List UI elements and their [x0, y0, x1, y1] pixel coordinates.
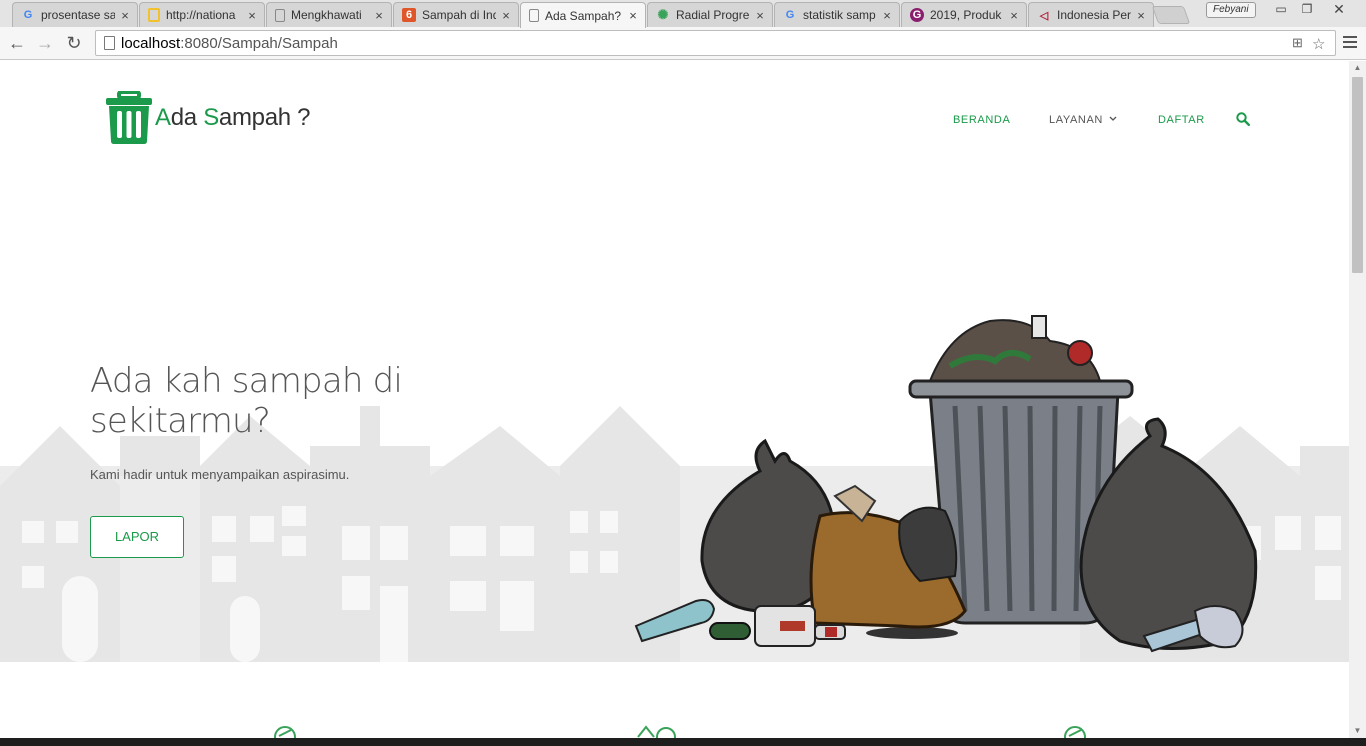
browser-tab[interactable]: ✺ Radial Progre ×	[647, 2, 773, 27]
browser-tab[interactable]: G prosentase sa ×	[12, 2, 138, 27]
translate-icon[interactable]: ⊞	[1292, 35, 1303, 51]
address-bar[interactable]: localhost:8080/Sampah/Sampah ⊞ ☆	[95, 30, 1336, 56]
flame-icon: 6	[402, 8, 416, 22]
close-icon[interactable]: ×	[373, 8, 385, 23]
scroll-thumb[interactable]	[1352, 77, 1363, 273]
tab-title: prosentase sa	[41, 8, 115, 22]
hero-title: Ada kah sampah di sekitarmu?	[90, 361, 403, 441]
browser-tab[interactable]: G statistik samp ×	[774, 2, 900, 27]
close-icon[interactable]: ×	[627, 8, 639, 23]
g-purple-icon: G	[910, 8, 924, 22]
os-taskbar	[0, 738, 1366, 746]
menu-icon[interactable]	[1340, 33, 1360, 53]
tab-title: Sampah di Ind	[422, 8, 496, 22]
lapor-button[interactable]: LAPOR	[90, 516, 184, 558]
restore-icon[interactable]: ❐	[1294, 0, 1320, 18]
url-text[interactable]: localhost:8080/Sampah/Sampah	[121, 35, 338, 52]
close-icon[interactable]: ×	[119, 8, 131, 23]
page-viewport: Ada Sampah ? BERANDA LAYANAN DAFTAR Ada …	[0, 61, 1349, 738]
search-icon[interactable]	[1236, 112, 1250, 126]
gear-icon: ✺	[657, 7, 669, 22]
hero-subtitle: Kami hadir untuk menyampaikan aspirasimu…	[90, 467, 350, 482]
tab-title: Radial Progre	[676, 8, 750, 22]
close-icon[interactable]: ×	[881, 8, 893, 23]
logo-text: Ada Sampah ?	[155, 104, 311, 131]
triangle-icon: ◁	[1039, 9, 1049, 22]
tab-strip: G prosentase sa × http://nationa × Mengk…	[0, 0, 1366, 28]
tab-title: Ada Sampah?	[545, 8, 622, 23]
close-icon[interactable]: ×	[500, 8, 512, 23]
document-icon	[529, 9, 539, 22]
browser-tab[interactable]: ◁ Indonesia Per ×	[1028, 2, 1154, 27]
browser-tab[interactable]: G 2019, Produk ×	[901, 2, 1027, 27]
garbage-pile-illustration	[634, 315, 1258, 653]
tab-title: Mengkhawati	[291, 8, 362, 22]
page-yellow-icon	[148, 8, 160, 22]
back-icon[interactable]: ←	[6, 33, 28, 53]
nav-beranda[interactable]: BERANDA	[953, 114, 1010, 126]
close-icon[interactable]: ×	[1135, 8, 1147, 23]
browser-tab[interactable]: 6 Sampah di Ind ×	[393, 2, 519, 27]
browser-tab[interactable]: http://nationa ×	[139, 2, 265, 27]
tab-title: statistik samp	[803, 8, 876, 22]
tab-title: 2019, Produk	[930, 8, 1002, 22]
tab-title: http://nationa	[166, 8, 236, 22]
google-icon: G	[23, 9, 33, 21]
chevron-down-icon	[1109, 116, 1117, 121]
recycle-icon	[637, 725, 676, 738]
leaf-icon	[1064, 726, 1086, 738]
site-logo[interactable]: Ada Sampah ?	[105, 91, 311, 145]
new-tab-button[interactable]	[1151, 6, 1191, 24]
page-scrollbar[interactable]: ▲ ▼	[1349, 61, 1366, 738]
minimize-icon[interactable]: ▭	[1268, 0, 1294, 18]
nav-daftar[interactable]: DAFTAR	[1158, 114, 1205, 126]
document-icon	[275, 8, 285, 22]
scroll-up-arrow-icon[interactable]: ▲	[1349, 61, 1366, 75]
browser-tab-active[interactable]: Ada Sampah? ×	[520, 2, 646, 28]
leaf-icon	[274, 726, 296, 738]
nav-layanan[interactable]: LAYANAN	[1049, 114, 1118, 126]
google-icon: G	[785, 9, 795, 21]
browser-toolbar: ← → ↻ localhost:8080/Sampah/Sampah ⊞ ☆	[0, 27, 1366, 60]
star-icon[interactable]: ☆	[1312, 35, 1325, 53]
trash-bin-icon	[106, 91, 152, 144]
forward-icon[interactable]: →	[34, 33, 56, 53]
close-icon[interactable]: ×	[754, 8, 766, 23]
page-icon	[104, 36, 115, 50]
window-close-icon[interactable]: ✕	[1326, 0, 1352, 18]
reload-icon[interactable]: ↻	[63, 33, 85, 53]
close-icon[interactable]: ×	[1008, 8, 1020, 23]
tab-title: Indonesia Per	[1057, 8, 1131, 22]
scroll-down-arrow-icon[interactable]: ▼	[1349, 724, 1366, 738]
profile-button[interactable]: Febyani	[1206, 2, 1256, 18]
close-icon[interactable]: ×	[246, 8, 258, 23]
browser-tab[interactable]: Mengkhawati ×	[266, 2, 392, 27]
